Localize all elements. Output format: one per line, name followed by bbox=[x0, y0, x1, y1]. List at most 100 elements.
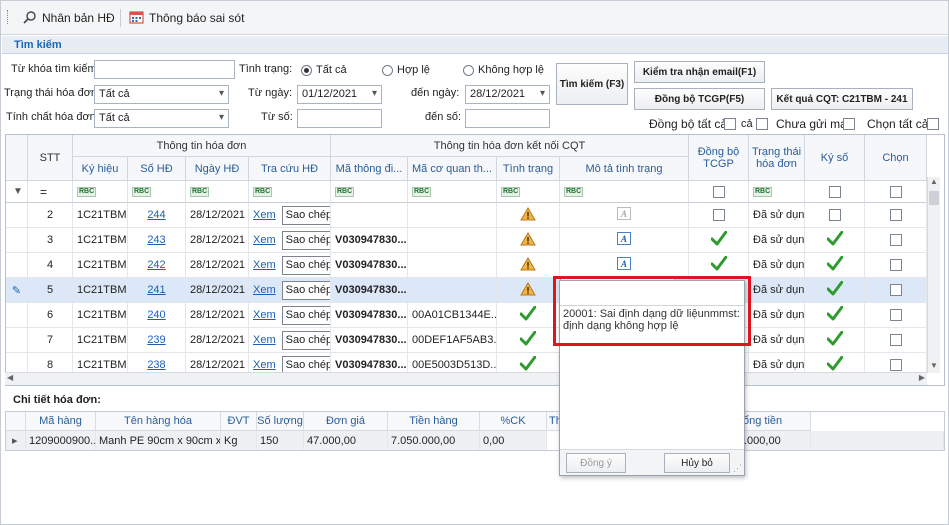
invoice-state-header[interactable]: Trạng thái hóa đơn bbox=[749, 135, 805, 181]
row-symbol-cell[interactable]: 1C21TBM bbox=[73, 203, 128, 228]
scroll-up-icon[interactable]: ▲ bbox=[928, 177, 940, 189]
row-symbol-cell[interactable]: 1C21TBM bbox=[73, 328, 128, 353]
copy-button[interactable]: Sao chép bbox=[281, 330, 330, 350]
stt-header[interactable]: STT bbox=[28, 135, 73, 181]
copy-button[interactable]: Sao chép bbox=[281, 255, 330, 275]
authority-code-header[interactable]: Mã cơ quan th... bbox=[408, 157, 497, 181]
filter-stt[interactable]: = bbox=[28, 181, 73, 203]
scroll-left-icon[interactable]: ◀ bbox=[7, 373, 13, 382]
symbol-header[interactable]: Ký hiệu bbox=[73, 157, 128, 181]
filter-sign[interactable] bbox=[805, 181, 865, 203]
detail-name-cell[interactable]: Manh PE 90cm x 90cm x... bbox=[96, 431, 221, 450]
invoice-no-link[interactable]: 243 bbox=[147, 234, 165, 246]
scroll-thumb[interactable] bbox=[929, 191, 939, 205]
grid-horizontal-scrollbar[interactable]: ◀ ▶ bbox=[5, 372, 927, 385]
copy-button[interactable]: Sao chép bbox=[281, 280, 330, 300]
invoice-state-select[interactable]: Tất cả bbox=[94, 85, 229, 104]
row-symbol-cell[interactable]: 1C21TBM bbox=[73, 303, 128, 328]
copy-button[interactable]: Sao chép bbox=[281, 305, 330, 325]
row-authority-code-cell[interactable] bbox=[408, 203, 497, 228]
detail-qty-header[interactable]: Số lượng bbox=[257, 412, 304, 431]
view-link[interactable]: Xem bbox=[253, 334, 276, 346]
status-header[interactable]: Tình trạng bbox=[497, 157, 560, 181]
row-message-code-cell[interactable]: V030947830... bbox=[331, 303, 408, 328]
resize-grip-icon[interactable]: ⋰ bbox=[733, 463, 742, 474]
filter-pick[interactable] bbox=[865, 181, 927, 203]
pick-checkbox[interactable] bbox=[889, 259, 902, 271]
copy-button[interactable]: Sao chép bbox=[281, 205, 330, 225]
row-date-cell[interactable]: 28/12/2021 bbox=[186, 278, 249, 303]
lookup-header[interactable]: Tra cứu HĐ bbox=[249, 157, 331, 181]
row-date-cell[interactable]: 28/12/2021 bbox=[186, 328, 249, 353]
status-radio-valid[interactable]: Hợp lệ bbox=[382, 64, 430, 76]
view-link[interactable]: Xem bbox=[253, 259, 276, 271]
message-code-header[interactable]: Mã thông đi... bbox=[331, 157, 408, 181]
detail-code-header[interactable]: Mã hàng bbox=[26, 412, 96, 431]
pick-checkbox[interactable] bbox=[889, 284, 902, 296]
ca-checkbox[interactable] bbox=[756, 118, 768, 130]
detail-amount-header[interactable]: Tiền hàng bbox=[388, 412, 480, 431]
filter-sign-checkbox[interactable] bbox=[828, 185, 841, 198]
invoice-no-link[interactable]: 241 bbox=[147, 284, 165, 296]
view-link[interactable]: Xem bbox=[253, 234, 276, 246]
invoice-no-header[interactable]: Số HĐ bbox=[128, 157, 186, 181]
invoice-no-link[interactable]: 238 bbox=[147, 359, 165, 371]
pick-checkbox[interactable] bbox=[889, 334, 902, 346]
detail-code-cell[interactable]: 1209000900... bbox=[26, 431, 96, 450]
sync-tcgp-header[interactable]: Đồng bộ TCGP bbox=[689, 135, 749, 181]
row-sync-cell[interactable] bbox=[689, 253, 749, 278]
popup-cancel-button[interactable]: Hủy bỏ bbox=[664, 453, 730, 473]
detail-price-cell[interactable]: 47.000,00 bbox=[304, 431, 388, 450]
view-link[interactable]: Xem bbox=[253, 209, 276, 221]
pick-checkbox[interactable] bbox=[889, 234, 902, 246]
detail-qty-cell[interactable]: 150 bbox=[257, 431, 304, 450]
row-symbol-cell[interactable]: 1C21TBM bbox=[73, 228, 128, 253]
report-error-button[interactable]: Thông báo sai sót bbox=[129, 7, 244, 29]
detail-total-cell[interactable]: .000,00 bbox=[741, 431, 811, 450]
invoice-no-link[interactable]: 240 bbox=[147, 309, 165, 321]
scroll-right-icon[interactable]: ▶ bbox=[919, 373, 925, 382]
memo-a-icon[interactable]: A bbox=[617, 232, 631, 248]
row-sync-cell[interactable] bbox=[689, 203, 749, 228]
pick-checkbox[interactable] bbox=[889, 209, 902, 221]
row-authority-code-cell[interactable]: 00A01CB1344E... bbox=[408, 303, 497, 328]
no-mail-checkbox[interactable] bbox=[843, 118, 855, 130]
copy-button[interactable]: Sao chép bbox=[281, 230, 330, 250]
row-invoice-no-cell[interactable]: 240 bbox=[128, 303, 186, 328]
view-link[interactable]: Xem bbox=[253, 359, 276, 371]
detail-total-header[interactable]: ổng tiền bbox=[741, 412, 811, 431]
invoice-date-header[interactable]: Ngày HĐ bbox=[186, 157, 249, 181]
row-date-cell[interactable]: 28/12/2021 bbox=[186, 203, 249, 228]
invoice-no-link[interactable]: 239 bbox=[147, 334, 165, 346]
row-message-code-cell[interactable]: V030947830... bbox=[331, 328, 408, 353]
row-pick-cell[interactable] bbox=[865, 253, 927, 278]
detail-amount-cell[interactable]: 7.050.000,00 bbox=[388, 431, 480, 450]
view-link[interactable]: Xem bbox=[253, 309, 276, 321]
pick-header[interactable]: Chọn bbox=[865, 135, 927, 181]
row-authority-code-cell[interactable] bbox=[408, 228, 497, 253]
invoice-no-link[interactable]: 242 bbox=[147, 259, 165, 271]
status-radio-all[interactable]: Tất cả bbox=[301, 64, 347, 76]
row-date-cell[interactable]: 28/12/2021 bbox=[186, 228, 249, 253]
row-pick-cell[interactable] bbox=[865, 303, 927, 328]
detail-name-header[interactable]: Tên hàng hóa bbox=[96, 412, 221, 431]
scroll-down-icon[interactable]: ▼ bbox=[928, 361, 940, 373]
filter-sync-checkbox[interactable] bbox=[712, 185, 725, 198]
row-message-code-cell[interactable]: V030947830... bbox=[331, 228, 408, 253]
row-invoice-no-cell[interactable]: 241 bbox=[128, 278, 186, 303]
row-pick-cell[interactable] bbox=[865, 203, 927, 228]
nature-select[interactable]: Tất cả bbox=[94, 109, 229, 128]
to-no-input[interactable] bbox=[465, 109, 550, 128]
keyword-input[interactable] bbox=[94, 60, 235, 79]
row-authority-code-cell[interactable]: 00DEF1AF5AB3... bbox=[408, 328, 497, 353]
to-date-picker[interactable]: 28/12/2021 bbox=[465, 85, 550, 104]
filter-macq[interactable]: RBC bbox=[408, 181, 497, 203]
memo-a-icon[interactable]: A bbox=[617, 207, 631, 223]
filter-tt[interactable]: RBC bbox=[497, 181, 560, 203]
row-symbol-cell[interactable]: 1C21TBM bbox=[73, 278, 128, 303]
status-desc-header[interactable]: Mô tả tình trạng bbox=[560, 157, 689, 181]
memo-a-icon[interactable]: A bbox=[617, 257, 631, 273]
from-date-picker[interactable]: 01/12/2021 bbox=[297, 85, 382, 104]
filter-sync[interactable] bbox=[689, 181, 749, 203]
duplicate-invoice-button[interactable]: Nhân bản HĐ bbox=[23, 7, 115, 29]
